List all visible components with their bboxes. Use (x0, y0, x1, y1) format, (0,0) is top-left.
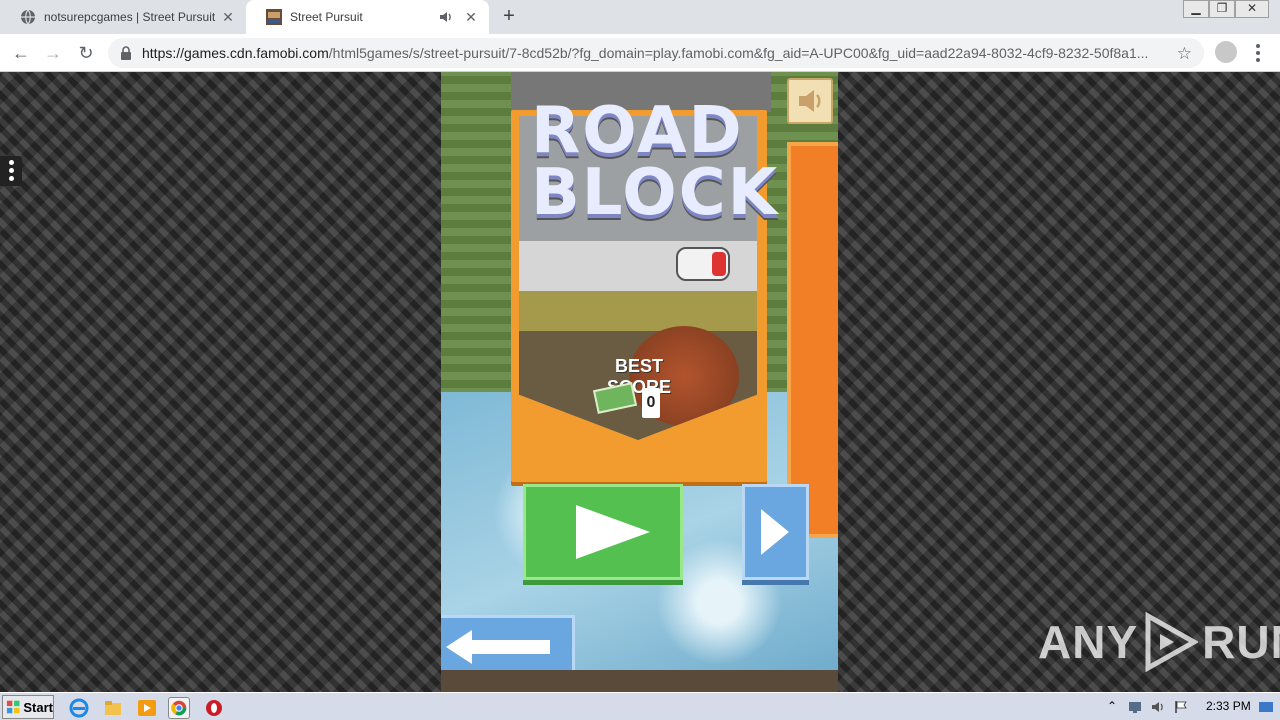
game-favicon-icon (266, 9, 282, 25)
url-text: https://games.cdn.famobi.com/html5games/… (142, 45, 1162, 61)
browser-toolbar: ← → ↻ https://games.cdn.famobi.com/html5… (0, 34, 1280, 72)
speaker-icon[interactable] (439, 10, 453, 24)
browser-menu-icon[interactable] (1252, 42, 1264, 64)
new-tab-button[interactable]: + (498, 6, 520, 28)
anyrun-watermark: ANY RUN (1038, 612, 1280, 672)
show-desktop-icon[interactable] (1258, 699, 1274, 715)
taskbar: Start ⌃ 2:33 PM (0, 692, 1280, 720)
file-explorer-icon[interactable] (102, 697, 124, 719)
minimize-button[interactable]: ▁ (1183, 0, 1209, 18)
url-host: https://games.cdn.famobi.com (142, 45, 329, 61)
forward-arrow-icon[interactable]: → (42, 42, 64, 64)
restore-button[interactable]: ❐ (1209, 0, 1235, 18)
internet-explorer-icon[interactable] (68, 697, 90, 719)
system-tray: ⌃ (1104, 695, 1280, 719)
opera-icon[interactable] (203, 697, 225, 719)
logo-line-2: BLOCK (531, 156, 780, 230)
car-icon (676, 247, 730, 281)
play-logo-icon (1145, 612, 1199, 672)
chevron-right-icon (761, 509, 789, 555)
best-score-value: 0 (642, 388, 660, 418)
back-arrow-icon (446, 630, 550, 664)
next-level-button[interactable] (742, 484, 809, 580)
watermark-left: ANY (1038, 616, 1139, 668)
back-arrow-icon[interactable]: ← (10, 42, 32, 64)
next-level-card (787, 142, 838, 538)
taskbar-clock[interactable]: 2:33 PM (1206, 699, 1251, 713)
watermark-right: RUN (1202, 616, 1280, 668)
tab-close-icon[interactable]: ✕ (463, 9, 479, 25)
sound-toggle-button[interactable] (787, 78, 833, 124)
tab-close-icon[interactable]: ✕ (220, 9, 236, 25)
volume-icon[interactable] (1150, 699, 1166, 715)
tray-expand-icon[interactable]: ⌃ (1104, 699, 1120, 715)
start-button[interactable]: Start (2, 695, 54, 719)
bookmark-star-icon[interactable]: ☆ (1177, 44, 1192, 64)
url-path: /html5games/s/street-pursuit/7-8cd52b/?f… (328, 45, 1149, 61)
address-bar[interactable]: https://games.cdn.famobi.com/html5games/… (108, 38, 1204, 68)
media-player-icon[interactable] (136, 697, 158, 719)
lock-icon (121, 46, 131, 60)
network-icon[interactable] (1127, 699, 1143, 715)
play-button[interactable] (523, 484, 683, 580)
logo-line-1: ROAD (531, 94, 744, 168)
play-icon (576, 505, 650, 559)
globe-icon (21, 9, 35, 25)
side-menu-icon[interactable] (0, 156, 22, 186)
game-logo: ROAD BLOCK (531, 94, 780, 230)
reload-icon[interactable]: ↻ (75, 42, 97, 64)
window-close-button[interactable]: ✕ (1235, 0, 1269, 18)
speaker-icon (799, 90, 821, 112)
browser-tabstrip: notsurepcgames | Street Pursuit ✕ Street… (0, 0, 1280, 34)
tab-title: notsurepcgames | Street Pursuit (44, 10, 216, 24)
action-center-flag-icon[interactable] (1173, 699, 1189, 715)
fence (441, 670, 838, 692)
chrome-icon[interactable] (168, 697, 190, 719)
profile-avatar-icon[interactable] (1215, 41, 1237, 63)
start-label: Start (23, 699, 53, 715)
page-content: ROAD BLOCK BEST SCORE 0 ANY RUN (0, 72, 1280, 692)
tab-title: Street Pursuit (290, 10, 363, 24)
windows-logo-icon (6, 700, 20, 714)
tab-street-pursuit[interactable]: Street Pursuit ✕ (246, 0, 489, 34)
game-canvas[interactable]: ROAD BLOCK BEST SCORE 0 (441, 72, 838, 692)
tab-notsurepcgames[interactable]: notsurepcgames | Street Pursuit ✕ (0, 0, 246, 34)
preview-hedge (519, 291, 757, 331)
